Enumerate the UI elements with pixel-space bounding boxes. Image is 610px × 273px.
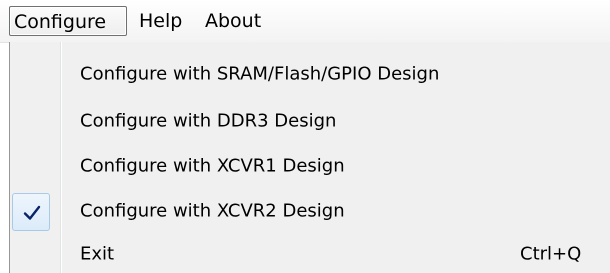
menu-item-configure-xcvr2[interactable]: Configure with XCVR2 Design [10,189,610,233]
menu-item-configure-xcvr1[interactable]: Configure with XCVR1 Design [10,144,610,188]
menu-bar: Configure Help About [0,0,610,43]
menu-item-label: Configure with DDR3 Design [80,110,337,132]
application-window: Configure Help About Configure with SRAM… [0,0,610,273]
menu-item-exit[interactable]: Exit Ctrl+Q [10,232,610,273]
menu-about[interactable]: About [203,6,263,36]
menu-item-label: Configure with XCVR1 Design [80,155,345,177]
menu-help[interactable]: Help [137,6,184,36]
menu-item-configure-ddr3[interactable]: Configure with DDR3 Design [10,99,610,143]
check-indicator [12,193,50,231]
menu-configure[interactable]: Configure [9,6,127,36]
checkmark-icon [23,205,41,220]
configure-dropdown-menu: Configure with SRAM/Flash/GPIO Design Co… [9,42,610,273]
menu-item-label: Configure with XCVR2 Design [80,200,345,222]
menu-item-shortcut: Ctrl+Q [520,243,582,265]
menu-item-label: Exit [80,243,115,265]
menu-item-label: Configure with SRAM/Flash/GPIO Design [80,63,440,85]
menu-item-configure-sram-flash-gpio[interactable]: Configure with SRAM/Flash/GPIO Design [10,52,610,96]
